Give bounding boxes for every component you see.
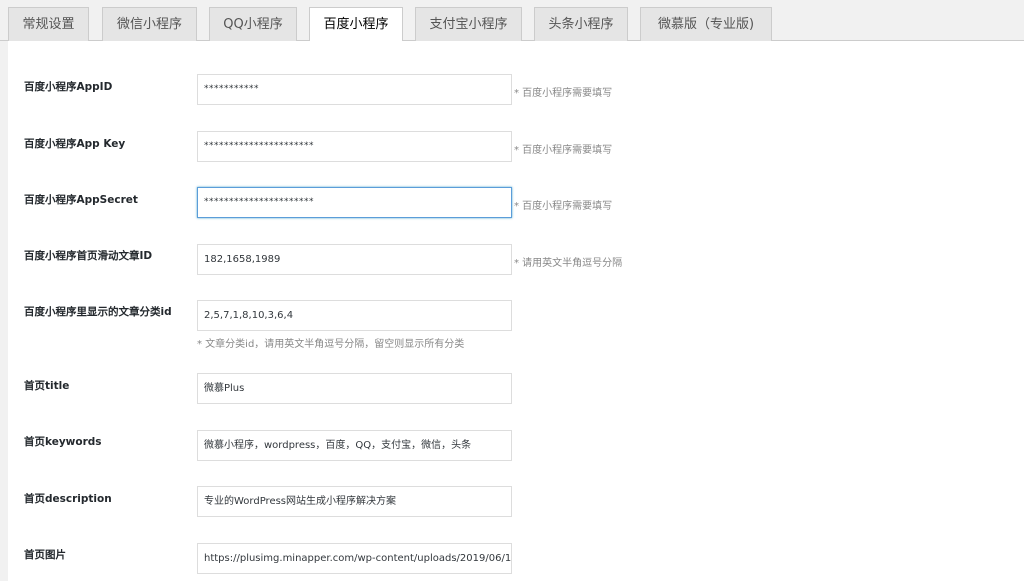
field-hint-appsecret: * 百度小程序需要填写 — [514, 201, 613, 212]
field-label-home-keywords: 首页keywords — [24, 436, 102, 448]
tab-general-settings[interactable]: 常规设置 — [8, 7, 89, 41]
field-hint-appkey: * 百度小程序需要填写 — [514, 145, 613, 156]
tab-minapper-pro[interactable]: 微慕版（专业版) — [640, 7, 772, 41]
home-keywords-input[interactable]: 微慕小程序，wordpress，百度，QQ，支付宝，微信，头条 — [197, 430, 512, 461]
field-label-appsecret: 百度小程序AppSecret — [24, 194, 138, 206]
field-hint-slide-article-ids: * 请用英文半角逗号分隔 — [514, 258, 623, 269]
home-title-input[interactable]: 微慕Plus — [197, 373, 512, 404]
tab-wechat-miniprogram[interactable]: 微信小程序 — [102, 7, 197, 41]
field-label-category-ids: 百度小程序里显示的文章分类id — [24, 306, 172, 318]
home-description-input[interactable]: 专业的WordPress网站生成小程序解决方案 — [197, 486, 512, 517]
tab-alipay-miniprogram[interactable]: 支付宝小程序 — [415, 7, 522, 41]
tab-baidu-miniprogram[interactable]: 百度小程序 — [309, 7, 403, 42]
field-label-home-image: 首页图片 — [24, 549, 66, 561]
tab-toutiao-miniprogram[interactable]: 头条小程序 — [534, 7, 628, 41]
category-ids-input[interactable]: 2,5,7,1,8,10,3,6,4 — [197, 300, 512, 331]
field-label-appkey: 百度小程序App Key — [24, 138, 126, 150]
settings-tab-bar: 常规设置 微信小程序 QQ小程序 百度小程序 支付宝小程序 头条小程序 微慕版（… — [0, 0, 1024, 42]
field-label-home-description: 首页description — [24, 493, 112, 505]
field-label-appid: 百度小程序AppID — [24, 81, 113, 93]
home-image-input[interactable]: https://plusimg.minapper.com/wp-content/… — [197, 543, 512, 574]
appsecret-input[interactable]: ********************** — [197, 187, 512, 218]
field-label-home-title: 首页title — [24, 380, 70, 392]
appid-input[interactable]: *********** — [197, 74, 512, 105]
tab-qq-miniprogram[interactable]: QQ小程序 — [209, 7, 297, 41]
field-hint-appid: * 百度小程序需要填写 — [514, 88, 613, 99]
appkey-input[interactable]: ********************** — [197, 131, 512, 162]
field-hint-category-ids: * 文章分类id，请用英文半角逗号分隔，留空则显示所有分类 — [197, 339, 465, 350]
slide-article-ids-input[interactable]: 182,1658,1989 — [197, 244, 512, 275]
field-label-slide-article-ids: 百度小程序首页滑动文章ID — [24, 250, 153, 262]
